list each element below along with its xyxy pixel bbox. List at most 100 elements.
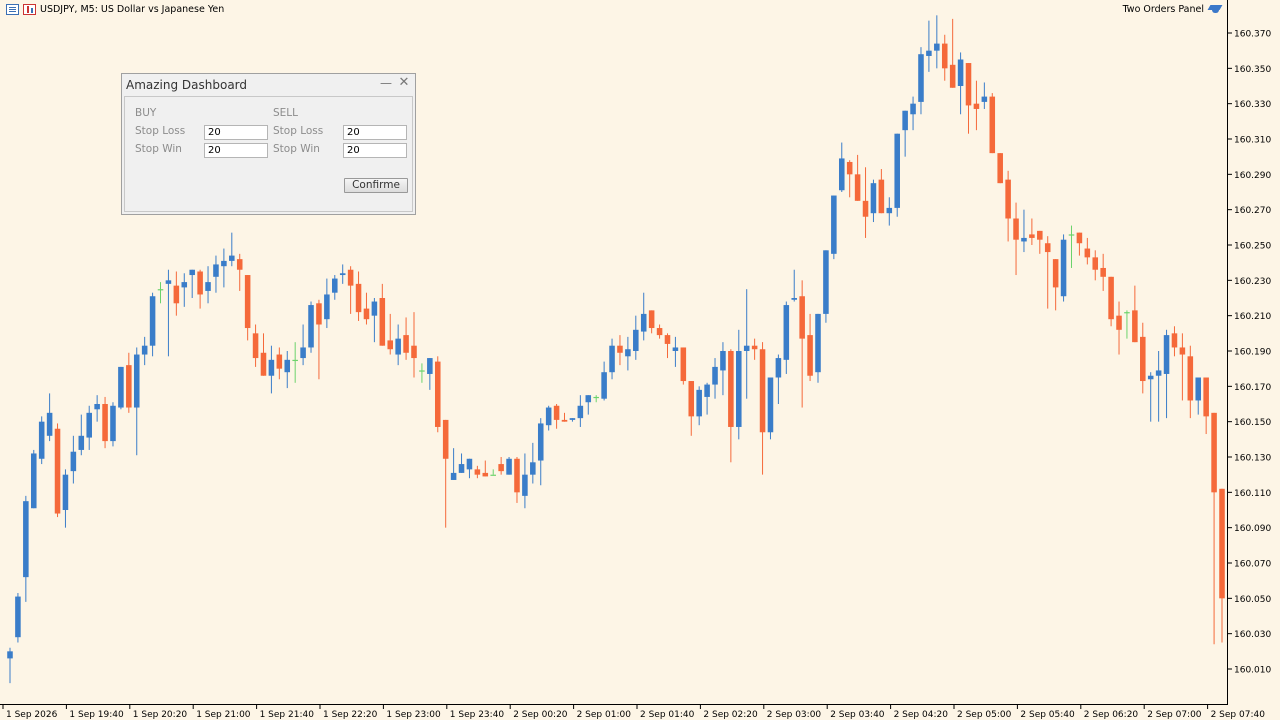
chart-list-icon[interactable] (6, 3, 19, 15)
candle-body (934, 43, 940, 51)
time-tick-label: 1 Sep 23:00 (386, 710, 441, 720)
candle-body (197, 271, 203, 295)
candle-body (530, 462, 536, 475)
close-icon[interactable]: ✕ (397, 76, 411, 90)
candle-body (902, 110, 908, 131)
candle-body (229, 255, 235, 261)
candle-body (736, 351, 742, 427)
buy-stop-win-label: Stop Win (135, 143, 182, 155)
candle-body (973, 103, 980, 109)
time-tick-label: 2 Sep 06:20 (1084, 710, 1139, 720)
candlestick-icon[interactable] (23, 3, 36, 15)
chart-header: USDJPY, M5: US Dollar vs Japanese Yen (6, 2, 224, 16)
candle-body (918, 54, 924, 102)
candle-body (260, 352, 267, 376)
candle-body (712, 366, 718, 385)
candle-body (118, 366, 124, 408)
graduation-cap-icon[interactable] (1208, 3, 1224, 15)
candle-body (807, 335, 813, 376)
candle-body (268, 359, 275, 376)
candle-body (1084, 248, 1091, 258)
candle-body (86, 412, 92, 438)
candle-body (38, 421, 45, 459)
candle-body (656, 328, 663, 336)
candle-body (54, 428, 61, 514)
candle-body (609, 345, 615, 373)
candle-body (989, 96, 996, 154)
time-tick-label: 2 Sep 01:40 (640, 710, 695, 720)
candle-body (633, 329, 639, 351)
candle-body (474, 469, 481, 475)
price-tick-label: 160.150 (1234, 418, 1271, 428)
candle-body (704, 384, 710, 397)
candle-body (775, 358, 782, 378)
candle-body (672, 347, 679, 351)
candle-body (387, 340, 394, 350)
candle-body (759, 349, 766, 433)
candle-body (783, 305, 790, 360)
candle-body (23, 501, 29, 578)
price-tick-label: 160.290 (1234, 171, 1271, 181)
sell-label: SELL (273, 107, 298, 119)
candle-body (1068, 234, 1075, 236)
candle-body (514, 458, 520, 493)
candle-body (30, 453, 37, 509)
candle-body (1195, 377, 1202, 401)
candle-body (284, 359, 291, 373)
candle-body (926, 50, 932, 56)
dashboard-title[interactable]: Amazing Dashboard (126, 78, 247, 92)
candle-body (15, 596, 21, 638)
candle-body (846, 161, 853, 175)
price-tick-label: 160.210 (1234, 312, 1271, 322)
time-tick-label: 1 Sep 20:20 (133, 710, 188, 720)
symbol-line: USDJPY, M5: US Dollar vs Japanese Yen (40, 3, 225, 15)
two-orders-panel-header[interactable]: Two Orders Panel (1123, 2, 1224, 16)
candle-body (1092, 257, 1099, 270)
time-tick-label: 1 Sep 22:20 (323, 710, 378, 720)
price-tick-label: 160.250 (1234, 242, 1271, 252)
candle-body (696, 389, 702, 417)
candle-body (886, 207, 893, 214)
candle-body (997, 153, 1003, 184)
price-tick-label: 160.050 (1234, 595, 1271, 605)
buy-label: BUY (135, 107, 157, 119)
confirm-button[interactable]: Confirme (344, 178, 408, 193)
candle-body (664, 335, 671, 344)
sell-stop-loss-input[interactable] (343, 125, 407, 140)
candle-body (1060, 239, 1067, 297)
buy-stop-loss-label: Stop Loss (135, 125, 186, 137)
candle-body (126, 365, 132, 408)
minimize-icon[interactable]: — (379, 76, 393, 90)
candle-body (181, 282, 188, 288)
candle-body (743, 345, 750, 351)
candle-body (1155, 370, 1162, 376)
time-tick-label: 1 Sep 21:00 (196, 710, 251, 720)
candle-body (577, 405, 584, 419)
candle-body (466, 458, 473, 470)
candle-body (680, 347, 687, 382)
price-tick-label: 160.230 (1234, 277, 1271, 287)
candle-body (831, 195, 837, 254)
candle-body (490, 474, 496, 476)
candle-body (569, 418, 576, 420)
candle-body (823, 250, 829, 314)
candle-body (1163, 335, 1170, 374)
candle-body (1140, 336, 1146, 382)
candle-body (324, 294, 330, 320)
buy-stop-loss-input[interactable] (204, 125, 268, 140)
candle-body (339, 273, 346, 276)
sell-stop-win-input[interactable] (343, 143, 407, 158)
candle-body (545, 407, 552, 426)
price-tick-label: 160.190 (1234, 348, 1271, 358)
time-tick-label: 1 Sep 23:40 (450, 710, 505, 720)
buy-stop-win-input[interactable] (204, 143, 268, 158)
candle-body (1005, 179, 1011, 219)
candle-body (498, 464, 504, 472)
candle-body (1179, 347, 1186, 355)
candle-body (593, 396, 599, 399)
candle-body (276, 354, 283, 369)
candle-body (688, 381, 695, 417)
time-tick-label: 1 Sep 2026 (6, 710, 58, 720)
amazing-dashboard: Amazing Dashboard — ✕ BUY SELL Stop Loss… (121, 73, 416, 215)
candle-body (434, 361, 441, 427)
